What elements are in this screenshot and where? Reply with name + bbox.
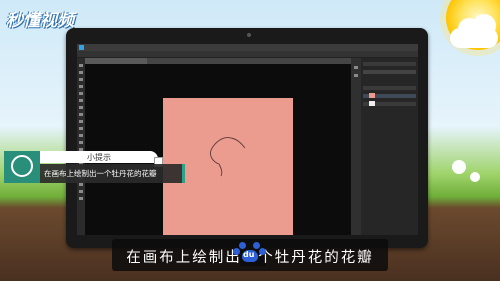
history-panel-icon[interactable] xyxy=(354,66,358,69)
history-brush-tool-icon[interactable] xyxy=(79,127,83,130)
brush-tool-icon[interactable] xyxy=(79,113,83,116)
layer-thumbnail xyxy=(369,93,375,98)
color-panel-header[interactable] xyxy=(363,62,416,66)
cloud-illustration xyxy=(450,14,498,48)
app-icon[interactable] xyxy=(79,45,84,50)
canvas-workspace xyxy=(85,64,351,235)
zoom-tool-icon[interactable] xyxy=(79,197,83,200)
layer-thumbnail xyxy=(369,101,375,106)
right-panels xyxy=(361,58,418,235)
lightbulb-icon xyxy=(11,155,33,177)
watermark-text: du xyxy=(243,250,255,259)
flower-illustration xyxy=(452,160,466,174)
tip-title: 小提示 xyxy=(87,153,111,162)
collapsed-panels-strip xyxy=(351,58,361,235)
layers-panel-header[interactable] xyxy=(363,86,416,90)
menu-bar xyxy=(77,44,418,51)
flower-illustration xyxy=(470,172,480,182)
tip-text: 在画布上绘制出一个牡丹花的花瓣 xyxy=(44,169,157,178)
stamp-tool-icon[interactable] xyxy=(79,120,83,123)
options-bar xyxy=(77,51,418,58)
lasso-tool-icon[interactable] xyxy=(79,78,83,81)
tools-panel xyxy=(77,58,85,235)
magic-wand-tool-icon[interactable] xyxy=(79,85,83,88)
swatches-row[interactable] xyxy=(363,70,416,74)
healing-tool-icon[interactable] xyxy=(79,106,83,109)
shape-tool-icon[interactable] xyxy=(79,183,83,186)
properties-panel-icon[interactable] xyxy=(354,74,358,77)
gradient-tool-icon[interactable] xyxy=(79,141,83,144)
photoshop-window xyxy=(77,44,418,235)
crop-tool-icon[interactable] xyxy=(79,92,83,95)
eraser-tool-icon[interactable] xyxy=(79,134,83,137)
marquee-tool-icon[interactable] xyxy=(79,71,83,74)
move-tool-icon[interactable] xyxy=(79,64,83,67)
eyedropper-tool-icon[interactable] xyxy=(79,99,83,102)
webcam-icon xyxy=(247,33,251,37)
tip-accent-bar xyxy=(182,164,185,183)
hand-tool-icon[interactable] xyxy=(79,190,83,193)
baidu-paw-watermark-icon: du xyxy=(229,242,271,264)
brand-logo: 秒懂视频 xyxy=(6,11,74,31)
